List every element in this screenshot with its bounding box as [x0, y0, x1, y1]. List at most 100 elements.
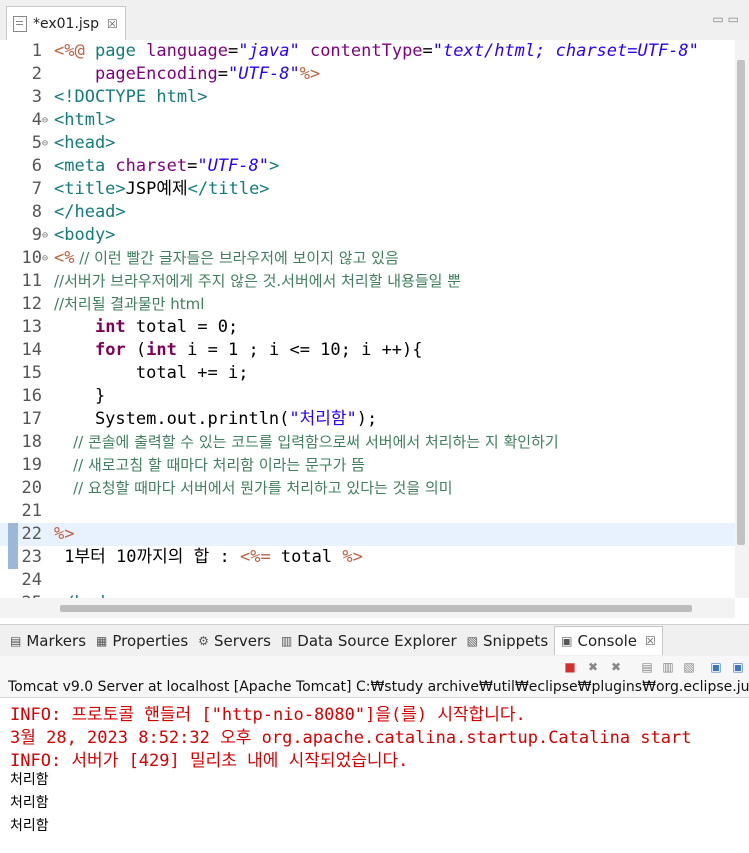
code-token: <head>	[54, 133, 116, 153]
code-text: total += i;	[54, 362, 249, 385]
remove-all-icon[interactable]: ✖	[609, 660, 623, 674]
editor-tab-ex01[interactable]: *ex01.jsp ☒	[6, 6, 126, 40]
remove-launch-icon[interactable]: ✖	[586, 660, 600, 674]
code-line[interactable]: 10 ⊖ <% // 이런 빨간 글자들은 브라우저에 보이지 않고 있음	[0, 247, 735, 270]
code-line[interactable]: 4 ⊖ <html>	[0, 109, 735, 132]
tab-properties[interactable]: ▦ Properties	[96, 632, 188, 650]
code-line[interactable]: 3 <!DOCTYPE html>	[0, 86, 735, 109]
code-token: System.out.println(	[54, 409, 290, 429]
code-text: // 새로고침 할 때마다 처리함 이라는 문구가 뜸	[54, 454, 365, 477]
console-toolbar: ■ ✖ ✖ ▤ ▥ ▧ ▣ ▣	[0, 656, 749, 678]
console-line: INFO: 서버가 [429] 밀리초 내에 시작되었습니다.	[10, 751, 409, 771]
code-text: //서버가 브라우저에게 주지 않은 것.서버에서 처리할 내용들일 뿐	[54, 270, 461, 293]
fold-toggle-icon[interactable]: ⊖	[42, 109, 48, 132]
line-number: 11	[21, 271, 42, 291]
code-line[interactable]: 14 for (int i = 1 ; i <= 10; i ++){	[0, 339, 735, 362]
code-text: <meta charset="UTF-8">	[54, 155, 279, 178]
code-line[interactable]: 21	[0, 500, 735, 523]
code-text: <!DOCTYPE html>	[54, 86, 208, 109]
code-line[interactable]: 19 // 새로고침 할 때마다 처리함 이라는 문구가 뜸	[0, 454, 735, 477]
code-line[interactable]: 6 <meta charset="UTF-8">	[0, 155, 735, 178]
fold-toggle-icon[interactable]: ⊖	[42, 247, 48, 270]
line-number: 16	[21, 386, 42, 406]
scroll-lock-icon[interactable]: ▥	[661, 660, 675, 674]
close-icon[interactable]: ☒	[645, 634, 656, 648]
code-line[interactable]: 5 ⊖ <head>	[0, 132, 735, 155]
code-text: pageEncoding="UTF-8"%>	[54, 63, 320, 86]
line-number: 10	[21, 248, 42, 268]
show-on-error-icon[interactable]: ▣	[731, 660, 745, 674]
code-token: <meta	[54, 156, 116, 176]
fold-toggle-icon[interactable]: ⊖	[42, 132, 48, 155]
console-line: 처리함	[10, 795, 49, 811]
tab-markers[interactable]: ▤ Markers	[10, 632, 86, 650]
code-token: "java"	[238, 41, 300, 61]
minimize-maximize-icons[interactable]: ▭▭	[712, 12, 743, 26]
code-line[interactable]: 23 1부터 10까지의 합 : <%= total %>	[0, 546, 735, 569]
code-token: JSP예제	[125, 179, 188, 199]
close-icon[interactable]: ☒	[107, 17, 118, 31]
code-line[interactable]: 22 %>	[0, 523, 735, 546]
code-text: <body>	[54, 224, 115, 247]
code-token: "text/html; charset=UTF-8"	[432, 41, 699, 61]
code-line[interactable]: 7 <title>JSP예제</title>	[0, 178, 735, 201]
word-wrap-icon[interactable]: ▧	[682, 660, 696, 674]
code-text: <html>	[54, 109, 115, 132]
tab-snippets[interactable]: ▧ Snippets	[467, 632, 549, 650]
console-line: 처리함	[10, 772, 49, 788]
tab-servers[interactable]: ⚙ Servers	[198, 632, 271, 650]
code-line[interactable]: 9 ⊖ <body>	[0, 224, 735, 247]
code-token: "UTF-8"	[197, 156, 269, 176]
code-text: //처리될 결과물만 html	[54, 293, 204, 316]
code-text: <head>	[54, 132, 115, 155]
code-line[interactable]: 1 <%@ page language="java" contentType="t…	[0, 40, 735, 63]
code-text: // 요청할 때마다 서버에서 뭔가를 처리하고 있다는 것을 의미	[54, 477, 452, 500]
line-number: 18	[21, 432, 42, 452]
editor-horizontal-scroll-thumb[interactable]	[60, 605, 692, 612]
tab-label: Servers	[213, 631, 271, 650]
code-line[interactable]: 20 // 요청할 때마다 서버에서 뭔가를 처리하고 있다는 것을 의미	[0, 477, 735, 500]
code-line[interactable]: 2 pageEncoding="UTF-8"%>	[0, 63, 735, 86]
show-on-output-icon[interactable]: ▣	[709, 660, 723, 674]
tab-console[interactable]: ▣ Console ☒	[554, 626, 663, 655]
code-line[interactable]: 16 }	[0, 385, 735, 408]
properties-icon: ▦	[96, 633, 108, 648]
code-line[interactable]: 18 // 콘솔에 출력할 수 있는 코드를 입력함으로써 서버에서 처리하는 …	[0, 431, 735, 454]
tab-data-source-explorer[interactable]: ▥ Data Source Explorer	[281, 632, 457, 650]
clear-console-icon[interactable]: ▤	[640, 660, 654, 674]
code-token: );	[356, 409, 378, 429]
code-token: total	[270, 547, 343, 567]
line-number: 17	[21, 409, 42, 429]
bottom-panel-tabs: ▤ Markers ▦ Properties ⚙ Servers ▥ Data Source …	[0, 624, 749, 656]
terminate-icon[interactable]: ■	[563, 660, 577, 674]
line-number: 13	[21, 317, 42, 337]
code-line[interactable]: 15 total += i;	[0, 362, 735, 385]
code-editor[interactable]: 1 <%@ page language="java" contentType="t…	[0, 40, 735, 598]
code-token: <title>	[54, 179, 126, 199]
line-number: 14	[21, 340, 42, 360]
code-token: %>	[54, 524, 75, 544]
code-line[interactable]: 12 //처리될 결과물만 html	[0, 293, 735, 316]
tab-label: Markers	[26, 631, 87, 650]
code-token: <%@	[54, 41, 95, 61]
line-number: 22	[21, 524, 42, 544]
fold-toggle-icon[interactable]: ⊖	[42, 224, 48, 247]
editor-tab-title: *ex01.jsp	[33, 15, 99, 32]
editor-tab-bar: *ex01.jsp ☒ ▭▭	[0, 0, 749, 41]
code-line[interactable]: 13 int total = 0;	[0, 316, 735, 339]
line-number: 20	[21, 478, 42, 498]
console-output[interactable]: INFO: 프로토콜 핸들러 ["http-nio-8080"]을(를) 시작합…	[0, 698, 749, 853]
console-process-label: Tomcat v9.0 Server at localhost [Apache …	[0, 678, 749, 698]
code-token: "UTF-8"	[228, 64, 300, 84]
code-line[interactable]: 24	[0, 569, 735, 592]
code-token: <body>	[54, 225, 116, 245]
editor-vertical-scroll-thumb[interactable]	[737, 60, 745, 545]
code-line[interactable]: 11 //서버가 브라우저에게 주지 않은 것.서버에서 처리할 내용들일 뿐	[0, 270, 735, 293]
code-token: </head>	[54, 202, 126, 222]
code-text: %>	[54, 523, 74, 546]
code-token: //서버가 브라우저에게 주지 않은 것.서버에서 처리할 내용들일 뿐	[54, 272, 462, 290]
code-line[interactable]: 8 </head>	[0, 201, 735, 224]
code-line[interactable]: 17 System.out.println("처리함");	[0, 408, 735, 431]
code-token: >	[268, 156, 280, 176]
